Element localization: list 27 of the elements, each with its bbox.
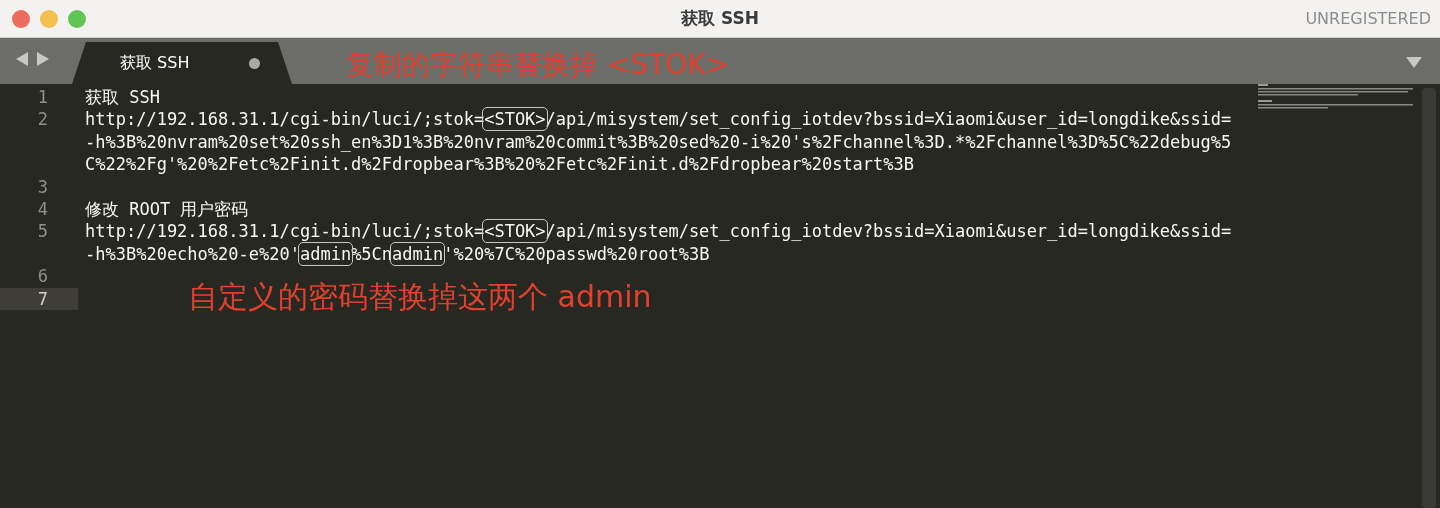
code-text: -h%3B%20nvram%20set%20ssh_en%3D1%3B%20nvram%20commit%3B%20sed%20-i%20's%2Fchannel%3D.*%2Fchannel%3D%5C%22debug%5 <box>85 131 1232 152</box>
highlighted-match: <STOK> <box>484 109 546 130</box>
minimize-button[interactable] <box>40 9 58 28</box>
highlighted-match: admin <box>392 243 444 264</box>
code-text: '%20%7C%20passwd%20root%3B <box>443 243 710 264</box>
highlighted-match: <STOK> <box>484 221 546 242</box>
registration-status: UNREGISTERED <box>1305 9 1431 29</box>
code-text: 修改 ROOT 用户密码 <box>85 198 249 219</box>
close-button[interactable] <box>12 9 30 28</box>
dropdown-caret-icon[interactable] <box>1406 57 1422 69</box>
highlighted-match: admin <box>299 243 352 264</box>
code-text: 获取 SSH <box>85 87 160 107</box>
file-tab[interactable]: 获取 SSH <box>72 42 292 84</box>
window-title: 获取 SSH <box>681 7 759 31</box>
line-number: 3 <box>36 175 49 198</box>
line-number: 1 <box>36 86 49 109</box>
code-text: -h%3B%20echo%20-e%20' <box>85 243 300 264</box>
annotation-text: 自定义的密码替换掉这两个 admin <box>188 278 652 316</box>
annotation-text: 复制的字符串替换掉 <STOK> <box>346 47 730 84</box>
line-number: 4 <box>36 197 49 221</box>
tab-navigation-icon[interactable] <box>16 52 50 66</box>
line-number: 2 <box>36 108 49 131</box>
code-text: C%22%2Fg'%20%2Fetc%2Finit.d%2Fdropbear%3B%20%2Fetc%2Finit.d%2Fdropbear%20start%3B <box>85 154 915 175</box>
line-number: 5 <box>36 220 49 243</box>
line-number: 7 <box>0 287 78 310</box>
line-number: 6 <box>36 265 49 288</box>
zoom-button[interactable] <box>68 9 86 28</box>
